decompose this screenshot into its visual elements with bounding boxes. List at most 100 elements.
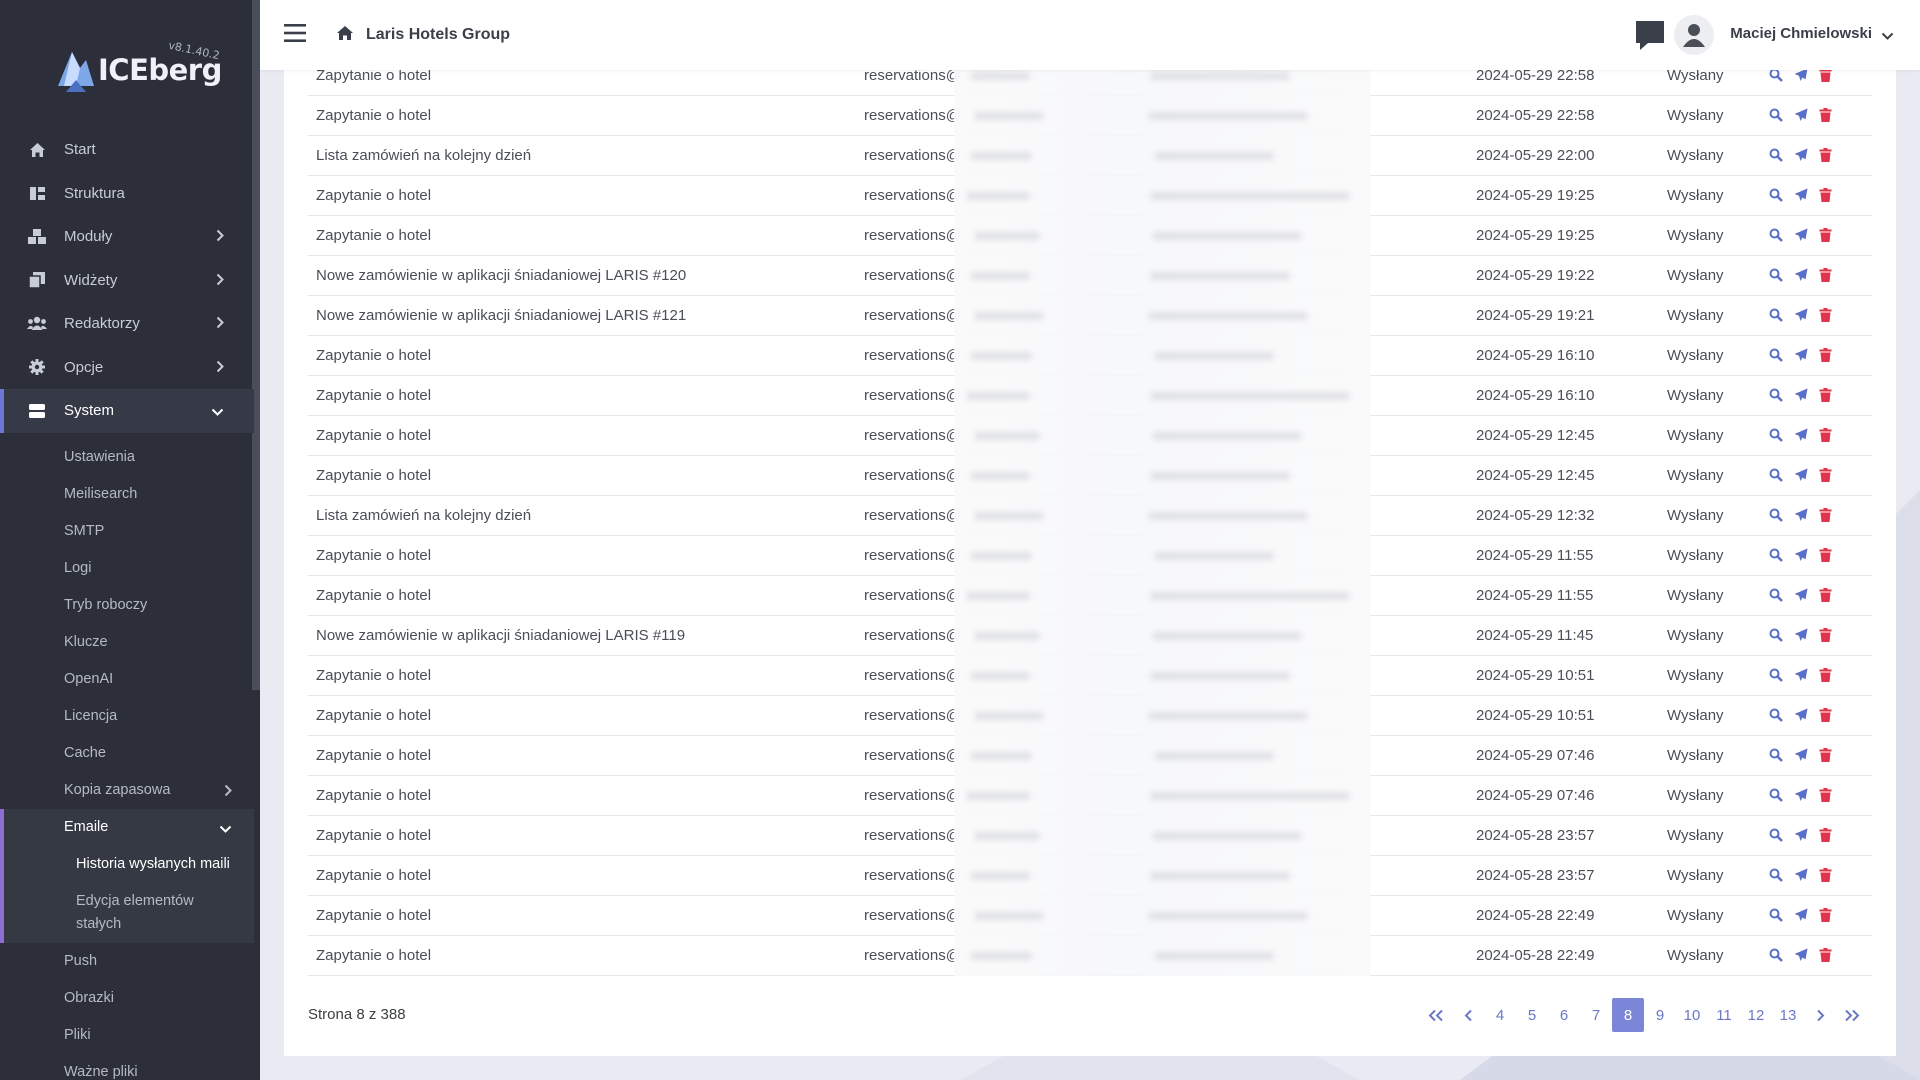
brand-name[interactable]: Laris Hotels Group [366,26,510,44]
send-icon[interactable] [1794,148,1809,163]
page-number-button[interactable]: 9 [1644,998,1676,1032]
sidebar-item-redaktorzy[interactable]: Redaktorzy [0,302,254,346]
sidebar-subitem-meilisearch[interactable]: Meilisearch [0,476,254,513]
table-row[interactable]: Zapytanie o hotel reservations@ 2024-05-29… [308,96,1872,136]
search-icon[interactable] [1769,828,1784,843]
page-number-button[interactable]: 6 [1548,998,1580,1032]
table-row[interactable]: Zapytanie o hotel reservations@ 2024-05-28… [308,936,1872,976]
send-icon[interactable] [1794,108,1809,123]
sidebar-subitem-licencja[interactable]: Licencja [0,698,254,735]
send-icon[interactable] [1794,308,1809,323]
sidebar-subitem-edycja-elementow-stalych[interactable]: Edycja elementów stałych [4,883,204,943]
sidebar-item-start[interactable]: Start [0,128,254,172]
table-row[interactable]: Zapytanie o hotel reservations@ 2024-05-29… [308,776,1872,816]
trash-icon[interactable] [1819,948,1834,963]
table-row[interactable]: Zapytanie o hotel reservations@ 2024-05-28… [308,856,1872,896]
send-icon[interactable] [1794,628,1809,643]
sidebar-subitem-logi[interactable]: Logi [0,550,254,587]
trash-icon[interactable] [1819,108,1834,123]
table-row[interactable]: Lista zamówień na kolejny dzień reservati… [308,496,1872,536]
table-row[interactable]: Zapytanie o hotel reservations@ 2024-05-28… [308,896,1872,936]
sidebar-subitem-pliki[interactable]: Pliki [0,1017,254,1054]
send-icon[interactable] [1794,428,1809,443]
search-icon[interactable] [1769,508,1784,523]
search-icon[interactable] [1769,428,1784,443]
trash-icon[interactable] [1819,668,1834,683]
sidebar-item-system[interactable]: System [0,389,254,433]
trash-icon[interactable] [1819,148,1834,163]
send-icon[interactable] [1794,908,1809,923]
table-row[interactable]: Zapytanie o hotel reservations@ 2024-05-29… [308,176,1872,216]
first-page-button[interactable] [1420,998,1452,1032]
send-icon[interactable] [1794,588,1809,603]
table-row[interactable]: Zapytanie o hotel reservations@ 2024-05-29… [308,416,1872,456]
search-icon[interactable] [1769,148,1784,163]
trash-icon[interactable] [1819,468,1834,483]
sidebar-subitem-openai[interactable]: OpenAI [0,661,254,698]
trash-icon[interactable] [1819,388,1834,403]
sidebar-subitem-push[interactable]: Push [0,943,254,980]
search-icon[interactable] [1769,68,1784,83]
trash-icon[interactable] [1819,508,1834,523]
send-icon[interactable] [1794,468,1809,483]
sidebar-item-widzety[interactable]: Widżety [0,259,254,303]
trash-icon[interactable] [1819,308,1834,323]
trash-icon[interactable] [1819,628,1834,643]
search-icon[interactable] [1769,668,1784,683]
sidebar-subitem-historia-wyslanych-maili[interactable]: Historia wysłanych maili [4,846,254,883]
table-row[interactable]: Zapytanie o hotel reservations@ 2024-05-28… [308,816,1872,856]
search-icon[interactable] [1769,868,1784,883]
send-icon[interactable] [1794,388,1809,403]
search-icon[interactable] [1769,388,1784,403]
send-icon[interactable] [1794,668,1809,683]
trash-icon[interactable] [1819,908,1834,923]
table-row[interactable]: Zapytanie o hotel reservations@ 2024-05-29… [308,216,1872,256]
send-icon[interactable] [1794,788,1809,803]
trash-icon[interactable] [1819,708,1834,723]
sidebar-subitem-tryb-roboczy[interactable]: Tryb roboczy [0,587,254,624]
trash-icon[interactable] [1819,828,1834,843]
send-icon[interactable] [1794,68,1809,83]
table-row[interactable]: Zapytanie o hotel reservations@ 2024-05-29… [308,376,1872,416]
send-icon[interactable] [1794,268,1809,283]
trash-icon[interactable] [1819,68,1834,83]
send-icon[interactable] [1794,348,1809,363]
chat-icon[interactable] [1634,19,1666,56]
trash-icon[interactable] [1819,788,1834,803]
send-icon[interactable] [1794,828,1809,843]
trash-icon[interactable] [1819,588,1834,603]
trash-icon[interactable] [1819,428,1834,443]
last-page-button[interactable] [1836,998,1868,1032]
page-number-button[interactable]: 4 [1484,998,1516,1032]
sidebar-subitem-kopia-zapasowa[interactable]: Kopia zapasowa [0,772,254,809]
page-number-button[interactable]: 10 [1676,998,1708,1032]
app-logo[interactable]: ICEberg v8.1.40.2 [56,39,236,100]
sidebar-subitem-obrazki[interactable]: Obrazki [0,980,254,1017]
search-icon[interactable] [1769,468,1784,483]
send-icon[interactable] [1794,868,1809,883]
table-row[interactable]: Nowe zamówienie w aplikacji śniadaniowej… [308,296,1872,336]
table-row[interactable]: Lista zamówień na kolejny dzień reservati… [308,136,1872,176]
search-icon[interactable] [1769,788,1784,803]
table-row[interactable]: Zapytanie o hotel reservations@ 2024-05-29… [308,696,1872,736]
send-icon[interactable] [1794,508,1809,523]
trash-icon[interactable] [1819,868,1834,883]
sidebar-subitem-wazne-pliki[interactable]: Ważne pliki [0,1054,254,1080]
table-row[interactable]: Zapytanie o hotel reservations@ 2024-05-29… [308,536,1872,576]
table-row[interactable]: Zapytanie o hotel reservations@ 2024-05-29… [308,456,1872,496]
sidebar-item-struktura[interactable]: Struktura [0,172,254,216]
send-icon[interactable] [1794,188,1809,203]
prev-page-button[interactable] [1452,998,1484,1032]
home-icon[interactable] [336,25,354,46]
page-number-button[interactable]: 11 [1708,998,1740,1032]
trash-icon[interactable] [1819,348,1834,363]
sidebar-subitem-cache[interactable]: Cache [0,735,254,772]
search-icon[interactable] [1769,188,1784,203]
table-row[interactable]: Nowe zamówienie w aplikacji śniadaniowej… [308,616,1872,656]
avatar[interactable] [1674,15,1714,55]
search-icon[interactable] [1769,348,1784,363]
table-row[interactable]: Zapytanie o hotel reservations@ 2024-05-29… [308,656,1872,696]
trash-icon[interactable] [1819,748,1834,763]
send-icon[interactable] [1794,948,1809,963]
search-icon[interactable] [1769,108,1784,123]
